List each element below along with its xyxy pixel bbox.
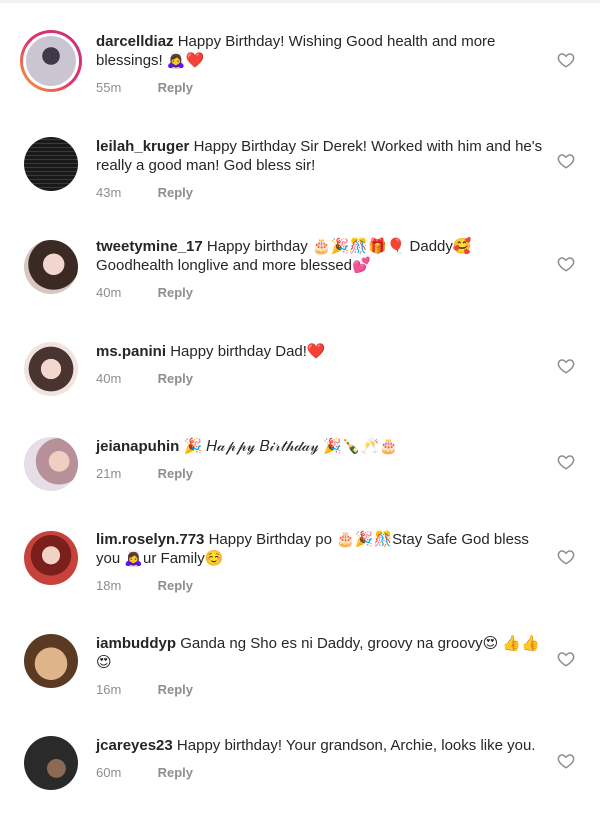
avatar[interactable] (24, 342, 78, 396)
comment-body: leilah_kruger Happy Birthday Sir Derek! … (96, 137, 546, 200)
comment-body: tweetymine_17 Happy birthday 🎂🎉🎊🎁🎈 Daddy… (96, 237, 546, 300)
reply-button[interactable]: Reply (158, 578, 193, 593)
reply-button[interactable]: Reply (158, 466, 193, 481)
comment-body: iambuddyp Ganda ng Sho es ni Daddy, groo… (96, 634, 546, 697)
comment-body: darcelldiaz Happy Birthday! Wishing Good… (96, 32, 546, 95)
comment-timestamp: 40m (96, 285, 122, 300)
comment-timestamp: 16m (96, 682, 122, 697)
reply-button[interactable]: Reply (158, 285, 193, 300)
comment-body: ms.panini Happy birthday Dad!❤️ 40m Repl… (96, 342, 546, 386)
avatar-story-ring[interactable] (20, 30, 82, 92)
comment-text: Happy birthday! Your grandson, Archie, l… (176, 737, 536, 754)
avatar[interactable] (24, 240, 78, 294)
heart-outline-icon[interactable] (557, 752, 575, 770)
comment-username[interactable]: ms.panini (96, 343, 166, 360)
comment-body: lim.roselyn.773 Happy Birthday po 🎂🎉🎊Sta… (96, 530, 546, 593)
comment-timestamp: 40m (96, 371, 122, 386)
heart-outline-icon[interactable] (557, 255, 575, 273)
reply-button[interactable]: Reply (158, 765, 193, 780)
reply-button[interactable]: Reply (158, 185, 193, 200)
comment-text: Happy birthday Dad!❤️ (170, 343, 326, 360)
comment-body: jcareyes23 Happy birthday! Your grandson… (96, 736, 546, 780)
comment-username[interactable]: tweetymine_17 (96, 238, 203, 255)
top-divider (0, 0, 600, 3)
heart-outline-icon[interactable] (557, 357, 575, 375)
heart-outline-icon[interactable] (557, 453, 575, 471)
comment-username[interactable]: iambuddyp (96, 635, 176, 652)
avatar[interactable] (24, 736, 78, 790)
heart-outline-icon[interactable] (557, 51, 575, 69)
avatar[interactable] (24, 634, 78, 688)
heart-outline-icon[interactable] (557, 650, 575, 668)
comment-timestamp: 43m (96, 185, 122, 200)
heart-outline-icon[interactable] (557, 152, 575, 170)
comment-timestamp: 60m (96, 765, 122, 780)
comment-text: 🎉 𝐻𝒶𝓅𝓅𝓎 𝐵𝒾𝓇𝓉𝒽𝒹𝒶𝓎 🎉🍾🥂🎂 (183, 438, 398, 455)
comment-username[interactable]: jeianapuhin (96, 438, 179, 455)
avatar[interactable] (24, 531, 78, 585)
reply-button[interactable]: Reply (158, 371, 193, 386)
avatar (26, 36, 76, 86)
avatar[interactable] (24, 137, 78, 191)
reply-button[interactable]: Reply (158, 682, 193, 697)
comment-username[interactable]: lim.roselyn.773 (96, 531, 204, 548)
reply-button[interactable]: Reply (158, 80, 193, 95)
comment-username[interactable]: leilah_kruger (96, 138, 189, 155)
comment-timestamp: 18m (96, 578, 122, 593)
comment-body: jeianapuhin 🎉 𝐻𝒶𝓅𝓅𝓎 𝐵𝒾𝓇𝓉𝒽𝒹𝒶𝓎 🎉🍾🥂🎂 21m Re… (96, 437, 546, 481)
comment-timestamp: 55m (96, 80, 122, 95)
heart-outline-icon[interactable] (557, 548, 575, 566)
avatar[interactable] (24, 437, 78, 491)
comment-username[interactable]: darcelldiaz (96, 33, 174, 50)
comment-timestamp: 21m (96, 466, 122, 481)
comment-username[interactable]: jcareyes23 (96, 737, 173, 754)
